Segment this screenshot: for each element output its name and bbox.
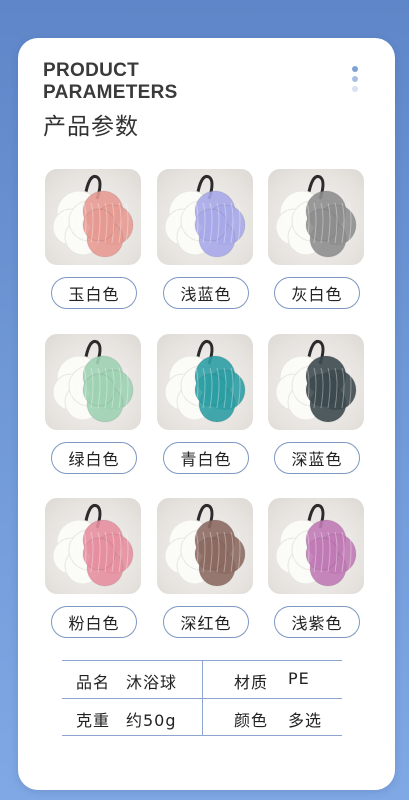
color-option-8[interactable]: 深红色 — [157, 498, 253, 646]
color-swatch-image-2 — [157, 169, 253, 265]
color-swatch-image-5 — [157, 334, 253, 430]
color-option-1[interactable]: 玉白色 — [45, 169, 141, 317]
color-label-1: 玉白色 — [51, 277, 137, 309]
color-option-6[interactable]: 深蓝色 — [268, 334, 364, 482]
color-label-9: 浅紫色 — [274, 606, 360, 638]
spec-color-value: 多选 — [288, 711, 323, 730]
color-label-8: 深红色 — [163, 606, 249, 638]
color-swatch-image-1 — [45, 169, 141, 265]
spec-table: 品名 沐浴球 材质 PE 克重 约50g 颜色 多选 — [62, 660, 342, 736]
color-label-7: 粉白色 — [51, 606, 137, 638]
color-label-6: 深蓝色 — [274, 442, 360, 474]
color-swatch-image-6 — [268, 334, 364, 430]
spec-name-value: 沐浴球 — [126, 673, 178, 692]
parameters-card: PRODUCT PARAMETERS 产品参数 玉白色 浅蓝色 灰白色 绿白色 … — [18, 38, 395, 790]
color-option-5[interactable]: 青白色 — [157, 334, 253, 482]
color-option-3[interactable]: 灰白色 — [268, 169, 364, 317]
spec-color-label: 颜色 — [234, 711, 269, 730]
color-option-4[interactable]: 绿白色 — [45, 334, 141, 482]
spec-weight-value: 约50g — [126, 711, 177, 730]
color-label-3: 灰白色 — [274, 277, 360, 309]
color-swatch-image-8 — [157, 498, 253, 594]
color-swatch-image-9 — [268, 498, 364, 594]
spec-weight-label: 克重 — [76, 711, 111, 730]
color-swatch-image-4 — [45, 334, 141, 430]
spec-material-value: PE — [288, 669, 310, 688]
color-option-9[interactable]: 浅紫色 — [268, 498, 364, 646]
color-label-2: 浅蓝色 — [163, 277, 249, 309]
color-swatch-image-3 — [268, 169, 364, 265]
table-center-divider — [202, 660, 203, 736]
color-label-4: 绿白色 — [51, 442, 137, 474]
color-option-7[interactable]: 粉白色 — [45, 498, 141, 646]
spec-name-label: 品名 — [76, 673, 111, 692]
spec-material-label: 材质 — [234, 673, 269, 692]
color-swatch-image-7 — [45, 498, 141, 594]
color-label-5: 青白色 — [163, 442, 249, 474]
color-option-2[interactable]: 浅蓝色 — [157, 169, 253, 317]
